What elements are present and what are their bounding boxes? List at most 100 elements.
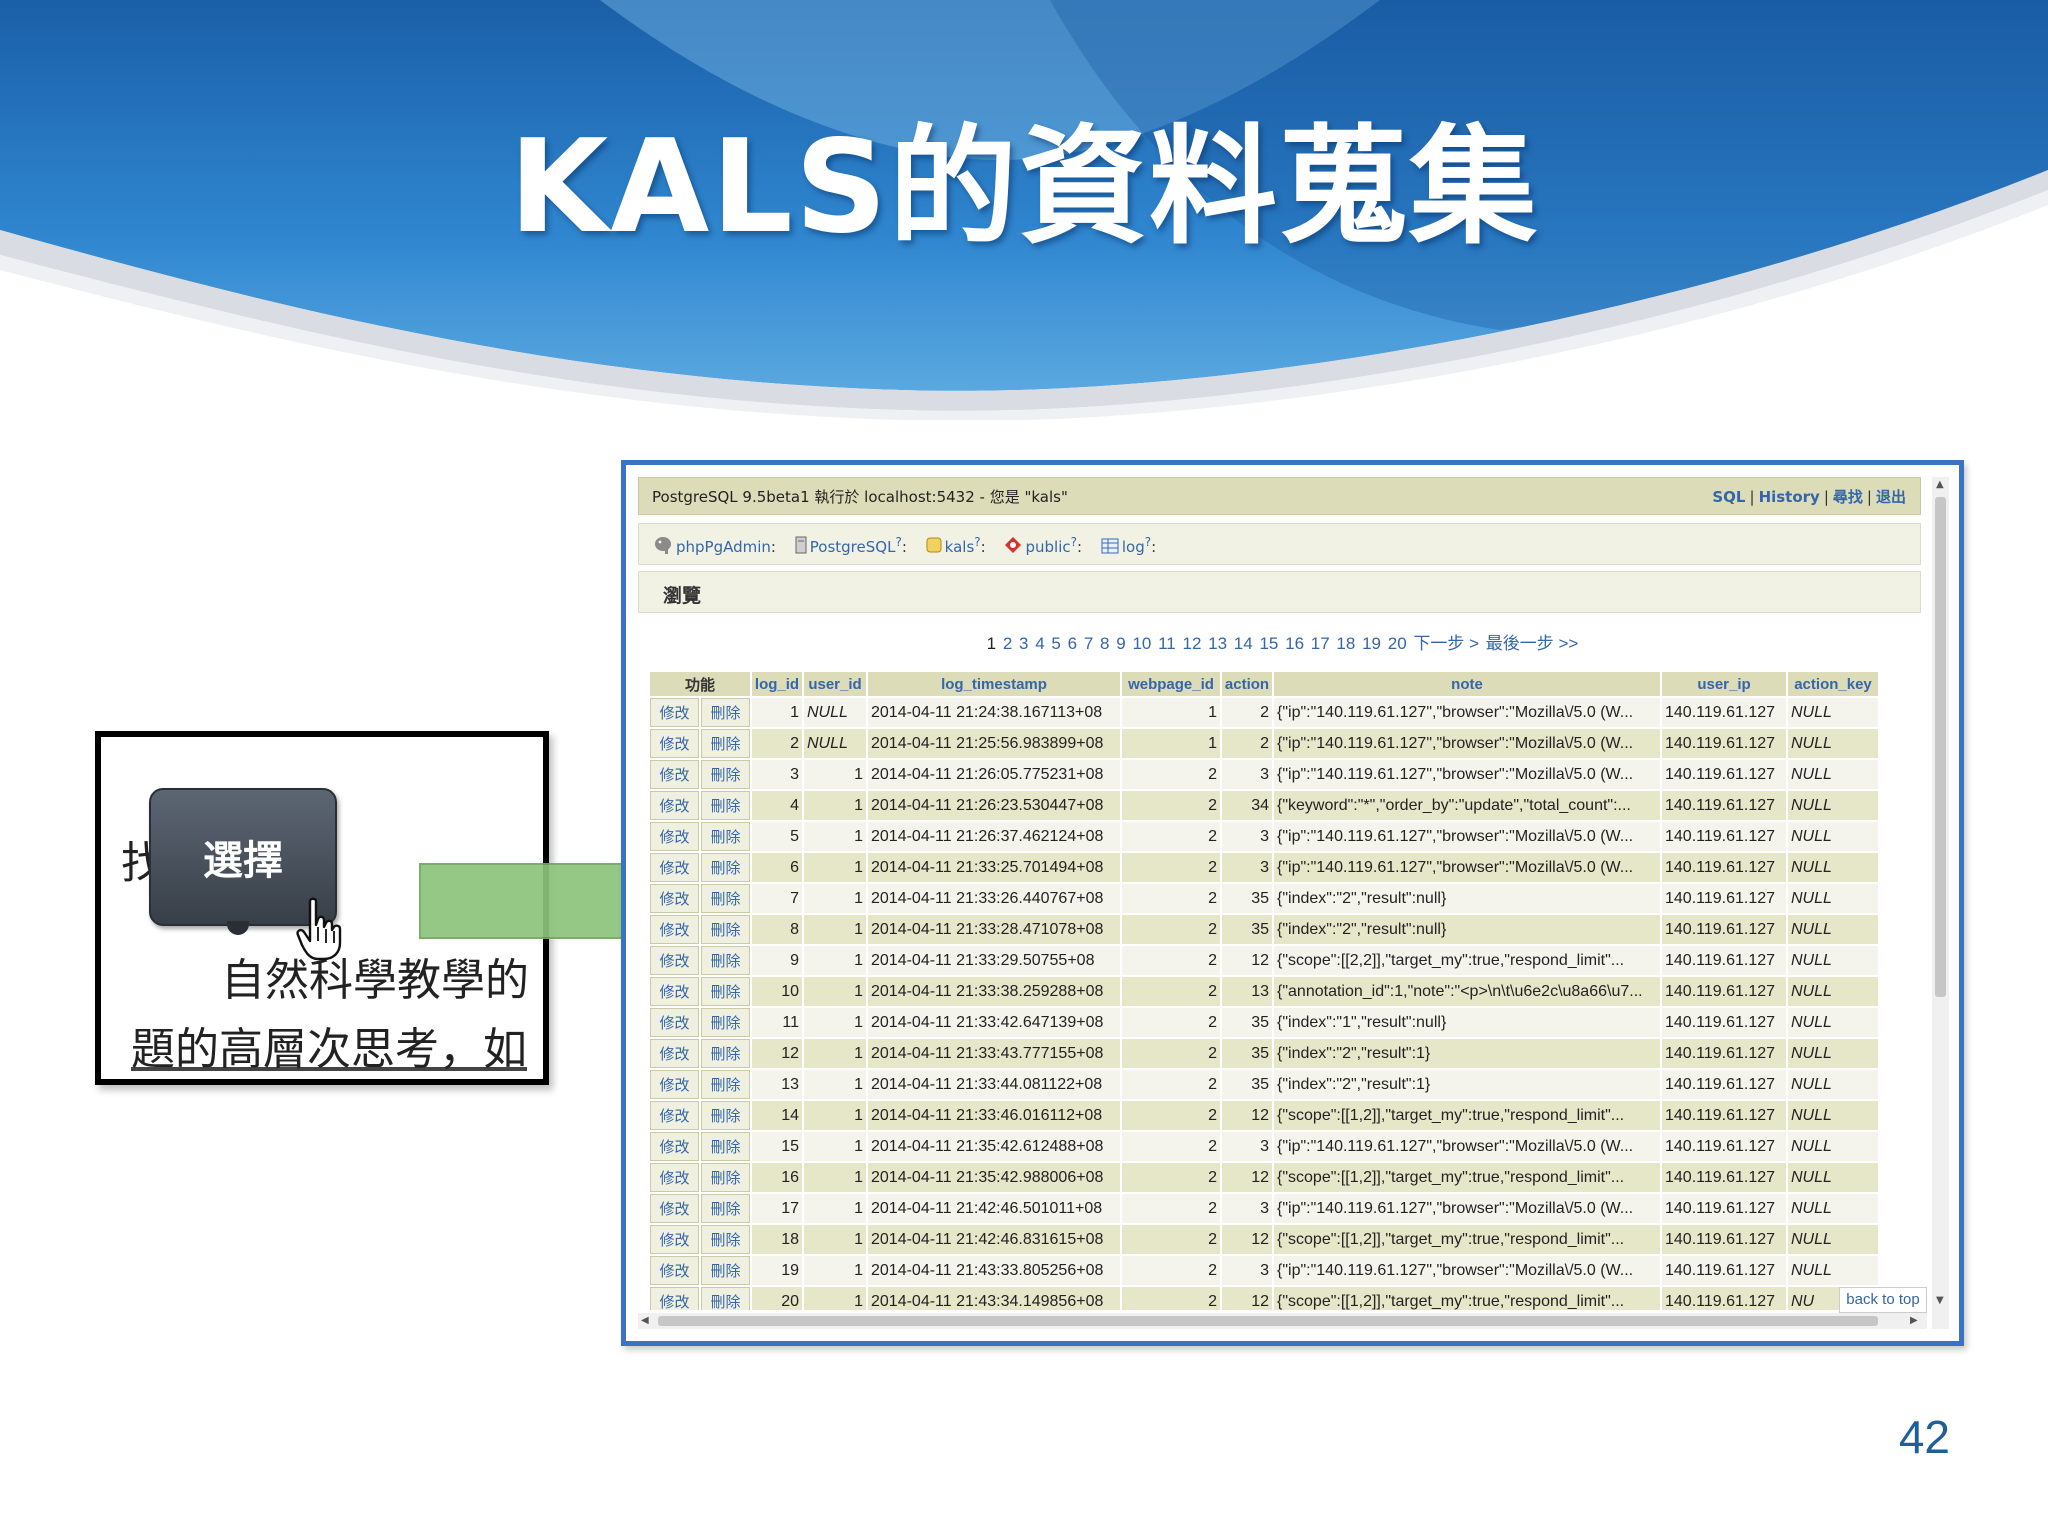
breadcrumb-postgresql[interactable]: PostgreSQL: [810, 538, 896, 556]
cell-webpage_id: 2: [1122, 1194, 1220, 1223]
delete-row-link[interactable]: 刪除: [701, 1194, 750, 1223]
table-row: 修改 刪除 1 NULL 2014-04-11 21:24:38.167113+08 1 2…: [650, 698, 1878, 727]
page-link-8[interactable]: 8: [1100, 634, 1109, 653]
page-link-9[interactable]: 9: [1116, 634, 1125, 653]
edit-row-link[interactable]: 修改: [650, 1163, 699, 1192]
edit-row-link[interactable]: 修改: [650, 1101, 699, 1130]
breadcrumb-log[interactable]: log: [1122, 538, 1145, 556]
page-link-12[interactable]: 12: [1182, 634, 1201, 653]
delete-row-link[interactable]: 刪除: [701, 729, 750, 758]
page-link-16[interactable]: 16: [1285, 634, 1304, 653]
scroll-right-arrow-icon[interactable]: ▶: [1910, 1315, 1918, 1326]
page-link-20[interactable]: 20: [1388, 634, 1407, 653]
next-page-link[interactable]: 下一步 >: [1413, 634, 1479, 653]
page-link-15[interactable]: 15: [1259, 634, 1278, 653]
page-link-13[interactable]: 13: [1208, 634, 1227, 653]
delete-row-link[interactable]: 刪除: [701, 915, 750, 944]
page-link-19[interactable]: 19: [1362, 634, 1381, 653]
delete-row-link[interactable]: 刪除: [701, 760, 750, 789]
delete-row-link[interactable]: 刪除: [701, 946, 750, 975]
edit-row-link[interactable]: 修改: [650, 884, 699, 913]
edit-row-link[interactable]: 修改: [650, 1132, 699, 1161]
edit-row-link[interactable]: 修改: [650, 977, 699, 1006]
cell-note: {"ip":"140.119.61.127","browser":"Mozill…: [1274, 1194, 1660, 1223]
cell-webpage_id: 2: [1122, 1008, 1220, 1037]
column-header-action_key[interactable]: action_key: [1788, 672, 1878, 696]
cell-log_timestamp: 2014-04-11 21:26:37.462124+08: [868, 822, 1120, 851]
delete-row-link[interactable]: 刪除: [701, 1070, 750, 1099]
edit-row-link[interactable]: 修改: [650, 1008, 699, 1037]
column-header-user_id[interactable]: user_id: [804, 672, 866, 696]
cell-note: {"index":"2","result":null}: [1274, 884, 1660, 913]
page-link-3[interactable]: 3: [1019, 634, 1028, 653]
page-link-2[interactable]: 2: [1003, 634, 1012, 653]
edit-row-link[interactable]: 修改: [650, 1256, 699, 1285]
edit-row-link[interactable]: 修改: [650, 791, 699, 820]
scroll-left-arrow-icon[interactable]: ◀: [641, 1315, 649, 1326]
page-link-5[interactable]: 5: [1051, 634, 1060, 653]
cell-note: {"scope":[[1,2]],"target_my":true,"respo…: [1274, 1225, 1660, 1254]
back-to-top-link[interactable]: back to top: [1839, 1287, 1927, 1313]
delete-row-link[interactable]: 刪除: [701, 1039, 750, 1068]
edit-row-link[interactable]: 修改: [650, 760, 699, 789]
delete-row-link[interactable]: 刪除: [701, 977, 750, 1006]
page-link-17[interactable]: 17: [1311, 634, 1330, 653]
delete-row-link[interactable]: 刪除: [701, 1287, 750, 1310]
page-link-10[interactable]: 10: [1132, 634, 1151, 653]
scroll-down-arrow-icon[interactable]: ▼: [1936, 1295, 1944, 1306]
logout-link[interactable]: 退出: [1876, 488, 1906, 506]
edit-row-link[interactable]: 修改: [650, 1225, 699, 1254]
edit-row-link[interactable]: 修改: [650, 915, 699, 944]
table-row: 修改 刪除 7 1 2014-04-11 21:33:26.440767+08 2 35 {"…: [650, 884, 1878, 913]
cell-action_key: NULL: [1788, 822, 1878, 851]
page-link-11[interactable]: 11: [1158, 634, 1176, 653]
delete-row-link[interactable]: 刪除: [701, 698, 750, 727]
sql-link[interactable]: SQL: [1712, 488, 1745, 506]
delete-row-link[interactable]: 刪除: [701, 1132, 750, 1161]
find-link[interactable]: 尋找: [1833, 488, 1863, 506]
cell-log_id: 13: [752, 1070, 802, 1099]
edit-row-link[interactable]: 修改: [650, 1194, 699, 1223]
vertical-scrollbar[interactable]: ▲ ▼: [1932, 477, 1949, 1329]
delete-row-link[interactable]: 刪除: [701, 791, 750, 820]
delete-row-link[interactable]: 刪除: [701, 1163, 750, 1192]
page-link-7[interactable]: 7: [1084, 634, 1093, 653]
edit-row-link[interactable]: 修改: [650, 946, 699, 975]
column-header-action[interactable]: action: [1222, 672, 1272, 696]
page-link-14[interactable]: 14: [1234, 634, 1253, 653]
horizontal-scrollbar[interactable]: ◀ ▶: [638, 1313, 1927, 1329]
cell-action_key: NULL: [1788, 946, 1878, 975]
edit-row-link[interactable]: 修改: [650, 1070, 699, 1099]
delete-row-link[interactable]: 刪除: [701, 1256, 750, 1285]
edit-row-link[interactable]: 修改: [650, 822, 699, 851]
page-link-4[interactable]: 4: [1035, 634, 1044, 653]
breadcrumb-public[interactable]: public: [1025, 538, 1070, 556]
delete-row-link[interactable]: 刪除: [701, 822, 750, 851]
page-link-1[interactable]: 1: [987, 634, 996, 653]
edit-row-link[interactable]: 修改: [650, 853, 699, 882]
delete-row-link[interactable]: 刪除: [701, 1101, 750, 1130]
page-link-6[interactable]: 6: [1068, 634, 1077, 653]
history-link[interactable]: History: [1759, 488, 1820, 506]
column-header-user_ip[interactable]: user_ip: [1662, 672, 1786, 696]
breadcrumb-kals[interactable]: kals: [945, 538, 975, 556]
scroll-up-arrow-icon[interactable]: ▲: [1936, 479, 1944, 490]
breadcrumb-phppgadmin[interactable]: phpPgAdmin: [676, 538, 771, 556]
edit-row-link[interactable]: 修改: [650, 698, 699, 727]
edit-row-link[interactable]: 修改: [650, 1287, 699, 1310]
vertical-scroll-thumb[interactable]: [1935, 497, 1946, 997]
delete-row-link[interactable]: 刪除: [701, 1225, 750, 1254]
edit-row-link[interactable]: 修改: [650, 729, 699, 758]
horizontal-scroll-thumb[interactable]: [658, 1316, 1878, 1326]
column-header-note[interactable]: note: [1274, 672, 1660, 696]
last-page-link[interactable]: 最後一步 >>: [1486, 634, 1579, 653]
delete-row-link[interactable]: 刪除: [701, 884, 750, 913]
cell-action: 2: [1222, 729, 1272, 758]
page-link-18[interactable]: 18: [1336, 634, 1355, 653]
delete-row-link[interactable]: 刪除: [701, 853, 750, 882]
column-header-webpage_id[interactable]: webpage_id: [1122, 672, 1220, 696]
edit-row-link[interactable]: 修改: [650, 1039, 699, 1068]
column-header-log_id[interactable]: log_id: [752, 672, 802, 696]
column-header-log_timestamp[interactable]: log_timestamp: [868, 672, 1120, 696]
delete-row-link[interactable]: 刪除: [701, 1008, 750, 1037]
